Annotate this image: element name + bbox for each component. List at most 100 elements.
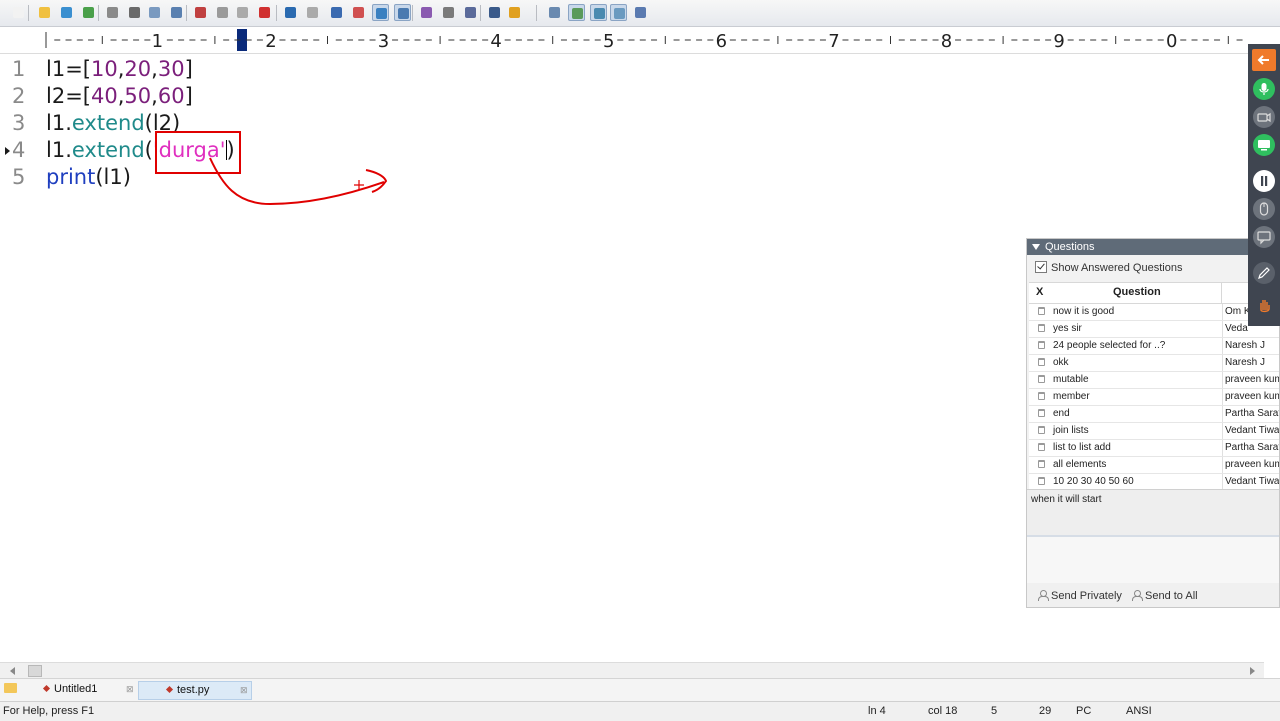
code-line[interactable]: 3 l1.extend(l2) bbox=[0, 110, 1000, 137]
question-text: yes sir bbox=[1053, 323, 1082, 334]
toolbar-button-icon[interactable] bbox=[58, 4, 75, 21]
camera-icon[interactable] bbox=[1253, 106, 1275, 128]
toolbar-button-icon[interactable] bbox=[126, 4, 143, 21]
question-row[interactable]: now it is good Om K bbox=[1029, 304, 1279, 321]
question-row[interactable]: yes sir Veda bbox=[1029, 321, 1279, 338]
question-row[interactable]: mutable praveen kum bbox=[1029, 372, 1279, 389]
toolbar-glyph-icon bbox=[13, 7, 24, 18]
toolbar-button-icon[interactable] bbox=[80, 4, 97, 21]
folder-icon[interactable] bbox=[4, 683, 17, 693]
question-row[interactable]: list to list add Partha Sarat bbox=[1029, 440, 1279, 457]
question-asker: Vedant Tiwa bbox=[1222, 474, 1279, 490]
trash-icon[interactable] bbox=[1038, 324, 1045, 332]
toolbar-button-icon[interactable] bbox=[440, 4, 457, 21]
document-icon bbox=[42, 684, 51, 693]
code-line[interactable]: 4 l1.extend('durga') bbox=[0, 137, 1000, 164]
toolbar-glyph-icon bbox=[421, 7, 432, 18]
toolbar-button-icon[interactable] bbox=[394, 4, 411, 21]
toolbar-button-icon[interactable] bbox=[214, 4, 231, 21]
trash-icon[interactable] bbox=[1038, 358, 1045, 366]
scroll-left-icon[interactable] bbox=[10, 667, 15, 675]
tab-untitled1[interactable]: Untitled1 ⊠ bbox=[42, 681, 138, 698]
question-row[interactable]: join lists Vedant Tiwa bbox=[1029, 423, 1279, 440]
trash-icon[interactable] bbox=[1038, 477, 1045, 485]
trash-icon[interactable] bbox=[1038, 409, 1045, 417]
document-tabs: Untitled1 ⊠ test.py ⊠ bbox=[0, 678, 1280, 701]
questions-table-header: X Question bbox=[1029, 283, 1279, 304]
question-row[interactable]: end Partha Sarat bbox=[1029, 406, 1279, 423]
question-row[interactable]: okk Naresh J bbox=[1029, 355, 1279, 372]
toolbar-button-icon[interactable] bbox=[632, 4, 649, 21]
arrow-left-icon[interactable] bbox=[1252, 49, 1276, 71]
answer-input[interactable] bbox=[1027, 535, 1279, 585]
checkbox-checked-icon[interactable] bbox=[1035, 261, 1047, 273]
trash-icon[interactable] bbox=[1038, 392, 1045, 400]
hand-icon[interactable] bbox=[1253, 294, 1275, 316]
toolbar-button-icon[interactable] bbox=[546, 4, 563, 21]
send-to-all-button[interactable]: Send to All bbox=[1131, 583, 1198, 607]
close-tab-icon[interactable]: ⊠ bbox=[126, 681, 134, 698]
toolbar-button-icon[interactable] bbox=[486, 4, 503, 21]
toolbar-button-icon[interactable] bbox=[350, 4, 367, 21]
chat-icon[interactable] bbox=[1253, 226, 1275, 248]
people-icon bbox=[1131, 590, 1143, 601]
toolbar-button-icon[interactable] bbox=[610, 4, 627, 21]
toolbar-button-icon[interactable] bbox=[234, 4, 251, 21]
code-token: print bbox=[46, 165, 96, 189]
column-x-header[interactable]: X bbox=[1036, 286, 1043, 298]
trash-icon[interactable] bbox=[1038, 443, 1045, 451]
trash-icon[interactable] bbox=[1038, 307, 1045, 315]
toolbar-button-icon[interactable] bbox=[418, 4, 435, 21]
toolbar-button-icon[interactable] bbox=[372, 4, 389, 21]
close-tab-icon[interactable]: ⊠ bbox=[240, 682, 248, 699]
toolbar-button-icon[interactable] bbox=[256, 4, 273, 21]
pen-icon[interactable] bbox=[1253, 262, 1275, 284]
toolbar-button-icon[interactable] bbox=[304, 4, 321, 21]
trash-icon[interactable] bbox=[1038, 426, 1045, 434]
toolbar-button-icon[interactable] bbox=[168, 4, 185, 21]
collapse-triangle-icon[interactable] bbox=[1032, 244, 1040, 250]
status-bar: For Help, press F1 ln 4 col 18 5 29 PC A… bbox=[0, 701, 1280, 721]
code-line[interactable]: 5 print(l1) bbox=[0, 164, 1000, 191]
code-token: , bbox=[151, 84, 158, 108]
scroll-right-icon[interactable] bbox=[1250, 667, 1255, 675]
toolbar-button-icon[interactable] bbox=[36, 4, 53, 21]
code-line[interactable]: 1 l1=[10,20,30] bbox=[0, 56, 1000, 83]
code-line[interactable]: 2 l2=[40,50,60] bbox=[0, 83, 1000, 110]
trash-icon[interactable] bbox=[1038, 341, 1045, 349]
toolbar-separator bbox=[536, 5, 537, 21]
question-asker: Naresh J bbox=[1222, 338, 1265, 354]
trash-icon[interactable] bbox=[1038, 375, 1045, 383]
screen-share-icon[interactable] bbox=[1253, 134, 1275, 156]
question-row[interactable]: 24 people selected for ..? Naresh J bbox=[1029, 338, 1279, 355]
tab-test-py[interactable]: test.py ⊠ bbox=[138, 681, 252, 700]
status-help-text: For Help, press F1 bbox=[3, 705, 95, 717]
toolbar-button-icon[interactable] bbox=[462, 4, 479, 21]
toolbar-glyph-icon bbox=[549, 7, 560, 18]
trash-icon[interactable] bbox=[1038, 460, 1045, 468]
pause-icon[interactable] bbox=[1253, 170, 1275, 192]
scroll-thumb[interactable] bbox=[28, 665, 42, 677]
show-answered-checkbox[interactable]: Show Answered Questions bbox=[1035, 261, 1182, 275]
toolbar-button-icon[interactable] bbox=[104, 4, 121, 21]
toolbar-button-icon[interactable] bbox=[282, 4, 299, 21]
question-asker: Vedant Tiwa bbox=[1222, 423, 1279, 439]
toolbar-button-icon[interactable] bbox=[506, 4, 523, 21]
send-privately-button[interactable]: Send Privately bbox=[1037, 583, 1122, 607]
column-question-header[interactable]: Question bbox=[1113, 286, 1161, 298]
question-asker: praveen kum bbox=[1222, 457, 1279, 473]
toolbar-button-icon[interactable] bbox=[590, 4, 607, 21]
ruler-label: 3 bbox=[378, 31, 389, 52]
question-row[interactable]: all elements praveen kum bbox=[1029, 457, 1279, 474]
questions-header[interactable]: Questions bbox=[1027, 239, 1279, 255]
mouse-icon[interactable] bbox=[1253, 198, 1275, 220]
code-token: l1=[ bbox=[46, 57, 91, 81]
toolbar-button-icon[interactable] bbox=[10, 4, 27, 21]
toolbar-button-icon[interactable] bbox=[568, 4, 585, 21]
question-row[interactable]: member praveen kum bbox=[1029, 389, 1279, 406]
toolbar-button-icon[interactable] bbox=[328, 4, 345, 21]
microphone-icon[interactable] bbox=[1253, 78, 1275, 100]
toolbar-button-icon[interactable] bbox=[192, 4, 209, 21]
toolbar-button-icon[interactable] bbox=[146, 4, 163, 21]
horizontal-scrollbar[interactable] bbox=[0, 662, 1264, 678]
